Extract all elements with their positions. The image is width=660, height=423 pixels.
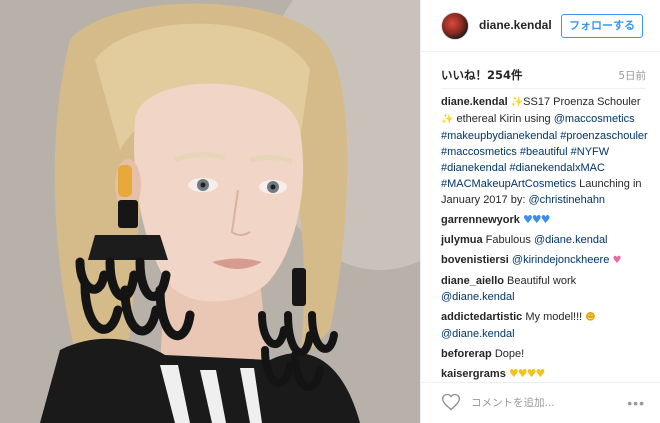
emoji: ♥♥♥♥ [508, 367, 545, 380]
heart-outline-icon[interactable] [441, 392, 461, 412]
mention-link[interactable]: #makeupbydianekendal [441, 130, 557, 142]
divider [441, 88, 646, 89]
mention-link[interactable]: #MACMakeupArtCosmetics [441, 178, 576, 190]
header-username[interactable]: diane.kendal [479, 18, 552, 32]
follow-button[interactable]: フォローする [561, 14, 643, 38]
comment-text: Fabulous [485, 234, 534, 246]
portrait-illustration [0, 0, 420, 423]
more-options-button[interactable]: ••• [627, 395, 645, 411]
emoji: ✨ [510, 97, 524, 108]
comment-username[interactable]: diane_aiello [441, 275, 504, 287]
mention-link[interactable]: #beautiful [520, 146, 568, 158]
comment-footer: ••• [421, 382, 660, 423]
comment-list: diane.kendal ✨SS17 Proenza Schouler ✨ et… [441, 94, 649, 386]
comment-text: Beautiful work [507, 275, 577, 287]
caption-username[interactable]: diane.kendal [441, 96, 508, 108]
comment-username[interactable]: garrennewyork [441, 214, 520, 226]
likes-row: いいね！254件 5日前 [441, 67, 646, 83]
comment-body: @kirindejonckheere ♥ [512, 254, 622, 266]
comment-body: ♥♥♥♥ [508, 367, 545, 380]
comment-item: julymua Fabulous @diane.kendal [441, 232, 649, 248]
comment-item: addictedartistic My model!!! ☻ @diane.ke… [441, 309, 649, 342]
comment-username[interactable]: addictedartistic [441, 311, 522, 323]
comment-item: kaisergrams ♥♥♥♥ [441, 366, 649, 382]
avatar[interactable] [441, 12, 469, 40]
comment-username[interactable]: kaisergrams [441, 368, 506, 380]
mention-link[interactable]: @maccosmetics [554, 113, 635, 125]
mention-link[interactable]: @diane.kendal [534, 234, 608, 246]
mention-link[interactable]: #maccosmetics [441, 146, 517, 158]
comment-text: SS17 Proenza Schouler [523, 96, 641, 108]
comment-item: bovenistiersi @kirindejonckheere ♥ [441, 252, 649, 269]
emoji: ☻ [585, 312, 596, 323]
comment-rows: garrennewyork ♥♥♥ julymua Fabulous @diane… [441, 212, 649, 382]
comment-body: Dope! [495, 348, 524, 360]
mention-link[interactable]: #NYFW [571, 146, 610, 158]
comment-text: ethereal Kirin using [453, 113, 554, 125]
comment-text: My model!!! [525, 311, 586, 323]
add-comment-input[interactable] [471, 394, 621, 412]
post-header: diane.kendal フォローする [421, 0, 660, 52]
comment-body: ♥♥♥ [522, 213, 551, 226]
mention-link[interactable]: @diane.kendal [441, 328, 515, 340]
caption-text: ✨SS17 Proenza Schouler ✨ ethereal Kirin … [441, 96, 648, 206]
mention-link[interactable]: @kirindejonckheere [512, 254, 609, 266]
post-sidebar: diane.kendal フォローする いいね！254件 5日前 diane.k… [420, 0, 660, 423]
comment-item: beforerap Dope! [441, 346, 649, 362]
emoji: ♥♥♥ [522, 213, 551, 226]
post-age[interactable]: 5日前 [618, 68, 646, 83]
instagram-post: diane.kendal フォローする いいね！254件 5日前 diane.k… [0, 0, 660, 423]
post-photo[interactable] [0, 0, 420, 423]
mention-link[interactable]: @christinehahn [528, 194, 605, 206]
comment-item: diane_aiello Beautiful work @diane.kenda… [441, 273, 649, 305]
comment-body: Fabulous @diane.kendal [486, 234, 608, 246]
mention-link[interactable]: #dianekendal [441, 162, 506, 174]
comment-username[interactable]: beforerap [441, 348, 492, 360]
emoji: ✨ [441, 114, 454, 125]
comment-username[interactable]: julymua [441, 234, 483, 246]
mention-link[interactable]: @diane.kendal [441, 291, 515, 303]
mention-link[interactable]: #proenzaschouler [560, 130, 647, 142]
comment-item: garrennewyork ♥♥♥ [441, 212, 649, 228]
like-count[interactable]: いいね！254件 [441, 67, 523, 83]
mention-link[interactable]: #dianekendalxMAC [510, 162, 605, 174]
comment-text: Dope! [494, 348, 525, 360]
emoji: ♥ [609, 255, 622, 266]
comment-username[interactable]: bovenistiersi [441, 254, 509, 266]
caption: diane.kendal ✨SS17 Proenza Schouler ✨ et… [441, 94, 649, 208]
